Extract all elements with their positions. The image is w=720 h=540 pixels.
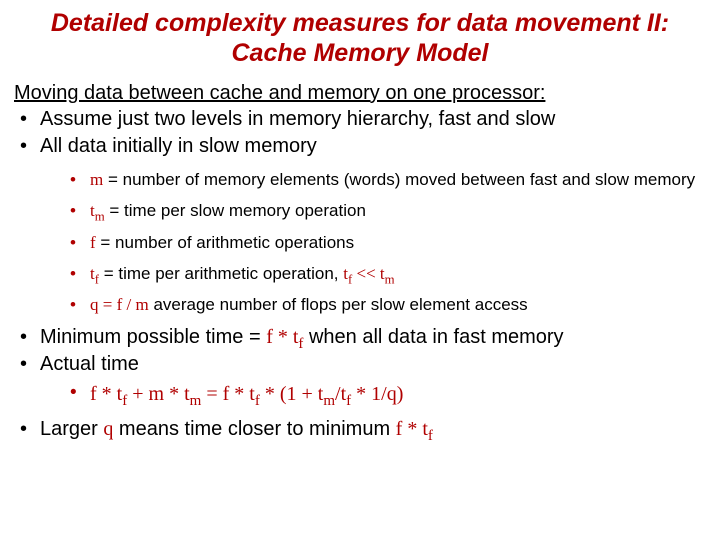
a-tm-s: m <box>190 393 202 409</box>
a-eq: = <box>201 383 222 405</box>
section-heading: Moving data between cache and memory on … <box>14 82 706 105</box>
def-f-text: = number of arithmetic operations <box>96 233 354 252</box>
lg-tf-s: f <box>428 428 433 444</box>
lg-tf: tf <box>422 418 433 440</box>
lg-pre: Larger <box>40 418 103 440</box>
bullet-actual: Actual time f * tf + m * tm = f * tf * (… <box>14 352 706 407</box>
a-q: q <box>387 383 397 405</box>
bullet-assume: Assume just two levels in memory hierarc… <box>14 107 706 132</box>
def-m: m = number of memory elements (words) mo… <box>66 169 706 190</box>
var-m: m <box>90 170 103 189</box>
var-tm-sub: m <box>95 210 105 224</box>
var-tf: tf <box>90 264 99 283</box>
def-tm: tm = time per slow memory operation <box>66 200 706 221</box>
q-eq: = <box>99 295 117 314</box>
def-f: f = number of arithmetic operations <box>66 232 706 253</box>
a-close: ) <box>397 383 404 405</box>
def-m-text: = number of memory elements (words) move… <box>103 170 695 189</box>
var-tm2: tm <box>380 264 395 283</box>
a-m: m <box>149 383 165 405</box>
lg-star: * <box>402 418 422 440</box>
a-mid: * 1/ <box>351 383 387 405</box>
a-s3: * <box>229 383 249 405</box>
q-m: m <box>136 295 149 314</box>
title-line-2: Cache Memory Model <box>231 39 488 67</box>
actual-sublist: f * tf + m * tm = f * tf * (1 + tm/tf * … <box>66 381 706 407</box>
def-tf-text: = time per arithmetic operation, <box>99 264 343 283</box>
var-tm: tm <box>90 201 105 220</box>
def-q-text: average number of flops per slow element… <box>149 295 528 314</box>
min-tf: tf <box>293 326 304 348</box>
a-s2: * <box>164 383 184 405</box>
conclusion-list: Larger q means time closer to minimum f … <box>14 417 706 442</box>
lg-mid: means time closer to minimum <box>113 418 395 440</box>
var-tf2: tf <box>343 264 352 283</box>
min-pre: Minimum possible time = <box>40 326 266 348</box>
q-slash: / <box>122 295 135 314</box>
a-open: * (1 + <box>260 383 318 405</box>
var-tm2-sub: m <box>385 272 395 286</box>
bullet-minimum: Minimum possible time = f * tf when all … <box>14 325 706 350</box>
a-tf1: tf <box>117 383 128 405</box>
def-tm-text: = time per slow memory operation <box>105 201 366 220</box>
min-post: when all data in fast memory <box>303 326 563 348</box>
a-tf3: tf <box>341 383 352 405</box>
rel-ltlt: << <box>352 264 380 283</box>
a-plus: + <box>127 383 148 405</box>
a-tm2: tm <box>318 383 335 405</box>
actual-label: Actual time <box>40 353 139 375</box>
actual-expr: f * tf + m * tm = f * tf * (1 + tm/tf * … <box>66 381 706 407</box>
def-tf: tf = time per arithmetic operation, tf <… <box>66 263 706 284</box>
min-star: * <box>273 326 293 348</box>
bullet-larger-q: Larger q means time closer to minimum f … <box>14 417 706 442</box>
a-tf2: tf <box>249 383 260 405</box>
a-tm: tm <box>184 383 201 405</box>
bullet-initial: All data initially in slow memory m = nu… <box>14 134 706 315</box>
a-tm2-s: m <box>323 393 335 409</box>
a-f1: f <box>90 383 97 405</box>
definitions-list: m = number of memory elements (words) mo… <box>66 169 706 315</box>
min-f: f <box>266 326 273 348</box>
main-list: Assume just two levels in memory hierarc… <box>14 107 706 407</box>
def-q: q = f / m average number of flops per sl… <box>66 294 706 315</box>
bullet-initial-text: All data initially in slow memory <box>40 135 317 157</box>
title-line-1: Detailed complexity measures for data mo… <box>51 9 669 37</box>
lg-q: q <box>103 418 113 440</box>
var-q: q <box>90 295 99 314</box>
slide-title: Detailed complexity measures for data mo… <box>14 8 706 68</box>
a-s1: * <box>97 383 117 405</box>
